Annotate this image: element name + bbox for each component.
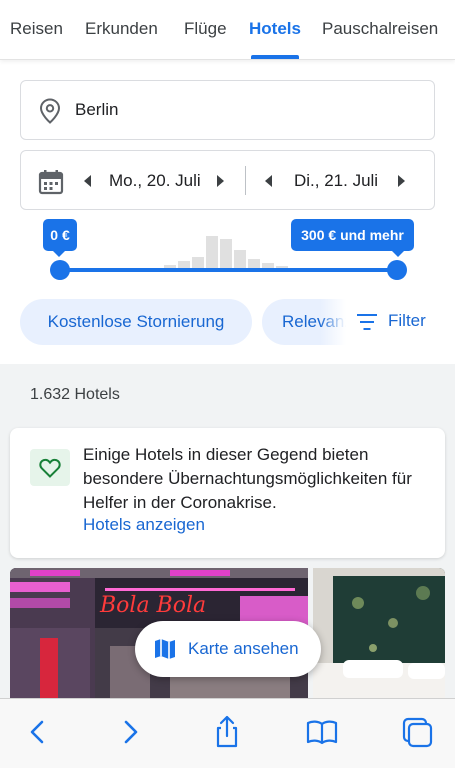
back-icon[interactable] [22,715,56,749]
price-slider-min-handle[interactable] [50,260,70,280]
hotel-count: 1.632 Hotels [30,386,120,403]
price-min-badge: 0 € [43,219,77,257]
hotel-photo-2[interactable] [313,568,445,698]
map-icon [155,639,175,659]
share-icon[interactable] [210,715,244,749]
category-tabs: Reisen Erkunden Flüge Hotels Pauschalrei… [0,0,455,60]
show-hotels-link[interactable]: Hotels anzeigen [83,515,205,535]
hotel-room-image [313,568,445,698]
date-divider [245,166,246,195]
view-map-button[interactable]: Karte ansehen [135,621,321,677]
tabs-icon[interactable] [400,715,434,749]
location-value: Berlin [75,100,119,119]
heart-icon [39,458,61,478]
notice-text: Einige Hotels in dieser Gegend bieten be… [83,445,412,512]
checkout-next-arrow-icon[interactable] [398,175,405,187]
browser-toolbar [0,698,455,768]
active-tab-indicator [251,55,299,59]
location-pin-icon [39,98,61,124]
tab-erkunden[interactable]: Erkunden [85,19,158,39]
checkin-prev-arrow-icon[interactable] [84,175,91,187]
view-map-label: Karte ansehen [188,639,299,658]
tab-hotels[interactable]: Hotels [249,19,301,39]
tab-reisen[interactable]: Reisen [10,19,63,39]
forward-icon[interactable] [113,715,147,749]
checkin-date[interactable]: Mo., 20. Juli [109,171,201,191]
price-slider-track[interactable] [60,268,397,272]
filter-lines-icon [357,314,377,330]
heart-icon-box [30,449,70,486]
tab-fluege[interactable]: Flüge [184,19,227,39]
location-field[interactable]: Berlin [20,80,435,140]
histogram-bar [234,250,246,270]
price-slider-max-handle[interactable] [387,260,407,280]
histogram-bar [220,239,232,270]
free-cancellation-chip[interactable]: Kostenlose Stornierung [20,299,252,345]
price-histogram [150,234,340,270]
checkout-date[interactable]: Di., 21. Juli [294,171,378,191]
bookmarks-icon[interactable] [305,715,339,749]
date-range-field: Mo., 20. Juli Di., 21. Juli [20,150,435,210]
filter-label: Filter [388,311,426,330]
calendar-icon[interactable] [38,169,64,195]
checkin-next-arrow-icon[interactable] [217,175,224,187]
corona-notice-card: Einige Hotels in dieser Gegend bieten be… [10,428,445,558]
histogram-bar [206,236,218,270]
svg-text:Bola Bola: Bola Bola [99,593,206,618]
filter-button[interactable]: Filter [320,297,455,347]
checkout-prev-arrow-icon[interactable] [265,175,272,187]
tab-pauschalreisen[interactable]: Pauschalreisen [322,19,438,39]
